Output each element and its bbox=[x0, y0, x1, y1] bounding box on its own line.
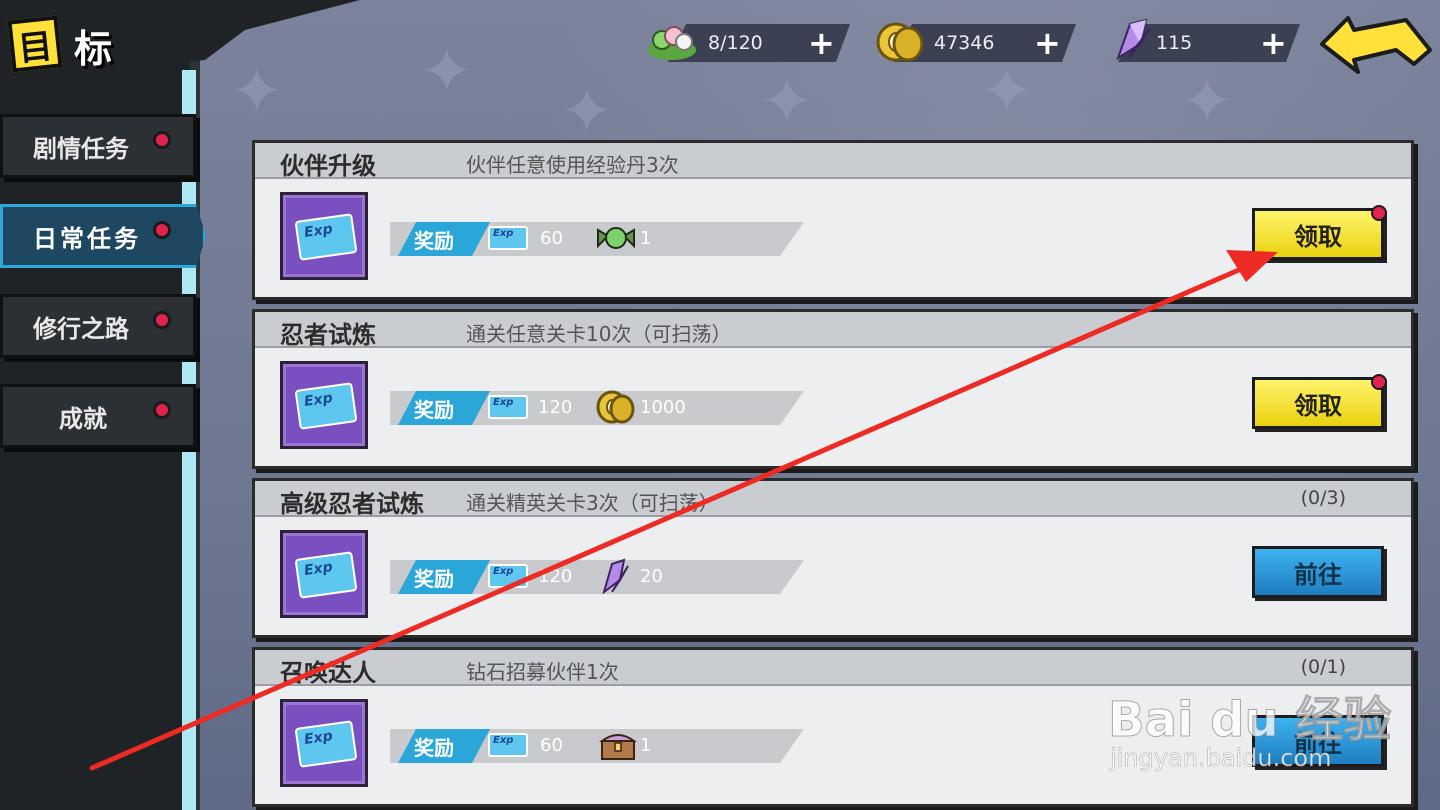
add-diamonds-button[interactable]: + bbox=[1260, 24, 1287, 62]
tab-story-quests[interactable]: 剧情任务 bbox=[0, 114, 196, 178]
exp-card-item: Exp bbox=[280, 361, 368, 449]
exp-card-icon: Exp bbox=[294, 213, 358, 261]
notification-dot-icon bbox=[153, 131, 171, 149]
exp-card-item: Exp bbox=[280, 699, 368, 787]
diamond-icon bbox=[602, 558, 629, 594]
task-card: 召唤达人 钻石招募伙伴1次 (0/1) Exp 奖励 Exp 60 1 前往 bbox=[252, 647, 1414, 807]
stamina-dango-icon bbox=[648, 26, 696, 60]
item-reward-value: 20 bbox=[640, 566, 663, 587]
task-card: 忍者试炼 通关任意关卡10次（可扫荡） Exp 奖励 Exp 120 1000 … bbox=[252, 309, 1414, 469]
task-description: 通关精英关卡3次（可扫荡） bbox=[466, 491, 719, 515]
button-label: 前往 bbox=[1294, 729, 1342, 758]
shuriken-pattern-icon: ✦ bbox=[980, 55, 1034, 129]
notification-dot-icon bbox=[1371, 205, 1387, 221]
task-title: 伙伴升级 bbox=[280, 152, 376, 180]
tab-daily-quests[interactable]: 日常任务 bbox=[0, 204, 206, 268]
green-candy-icon bbox=[597, 227, 635, 249]
exp-card-item: Exp bbox=[280, 192, 368, 280]
task-description: 通关任意关卡10次（可扫荡） bbox=[466, 322, 732, 346]
exp-reward-value: 120 bbox=[538, 397, 573, 418]
notification-dot-icon bbox=[153, 401, 171, 419]
task-description: 伙伴任意使用经验丹3次 bbox=[466, 153, 679, 177]
exp-reward-value: 120 bbox=[538, 566, 573, 587]
shuriken-pattern-icon: ✦ bbox=[420, 35, 474, 109]
task-progress: (0/3) bbox=[1300, 487, 1346, 509]
back-arrow-button[interactable] bbox=[1318, 10, 1434, 74]
shuriken-pattern-icon: ✦ bbox=[230, 55, 284, 129]
item-reward-value: 1 bbox=[640, 228, 652, 249]
claim-button[interactable]: 领取 bbox=[1252, 205, 1387, 260]
claim-button[interactable]: 领取 bbox=[1252, 374, 1387, 429]
button-label: 领取 bbox=[1294, 222, 1342, 251]
add-coins-button[interactable]: + bbox=[1034, 24, 1061, 62]
exp-small-icon: Exp bbox=[488, 395, 528, 419]
treasure-chest-icon bbox=[598, 734, 638, 760]
diamond-icon bbox=[1116, 18, 1151, 61]
exp-small-icon: Exp bbox=[488, 564, 528, 588]
exp-card-item: Exp bbox=[280, 530, 368, 618]
task-title: 召唤达人 bbox=[280, 659, 376, 687]
card-header bbox=[255, 312, 1411, 348]
task-description: 钻石招募伙伴1次 bbox=[466, 660, 619, 684]
task-card: 伙伴升级 伙伴任意使用经验丹3次 Exp 奖励 Exp 60 1 领取 bbox=[252, 140, 1414, 300]
button-label: 领取 bbox=[1294, 391, 1342, 420]
diamond-value: 115 bbox=[1156, 32, 1193, 54]
exp-reward-value: 60 bbox=[540, 228, 563, 249]
card-header bbox=[255, 481, 1411, 517]
item-reward-value: 1 bbox=[640, 735, 652, 756]
exp-small-icon: Exp bbox=[488, 226, 528, 250]
tab-label: 剧情任务 bbox=[33, 134, 129, 163]
shuriken-pattern-icon: ✦ bbox=[1180, 65, 1234, 139]
coin-value: 47346 bbox=[934, 32, 995, 54]
notification-dot-icon bbox=[1371, 374, 1387, 390]
tab-label: 日常任务 bbox=[33, 224, 141, 253]
task-card: 高级忍者试炼 通关精英关卡3次（可扫荡） (0/3) Exp 奖励 Exp 12… bbox=[252, 478, 1414, 638]
shuriken-pattern-icon: ✦ bbox=[560, 75, 614, 149]
card-header bbox=[255, 143, 1411, 179]
task-title: 高级忍者试炼 bbox=[280, 490, 424, 518]
notification-dot-icon bbox=[153, 221, 171, 239]
task-title: 忍者试炼 bbox=[280, 321, 376, 349]
exp-reward-value: 60 bbox=[540, 735, 563, 756]
item-reward-value: 1000 bbox=[640, 397, 686, 418]
task-progress: (0/1) bbox=[1300, 656, 1346, 678]
coin-icon bbox=[596, 390, 635, 424]
exp-card-icon: Exp bbox=[294, 551, 358, 599]
tab-label: 修行之路 bbox=[33, 314, 129, 343]
shuriken-pattern-icon: ✦ bbox=[760, 65, 814, 139]
button-label: 前往 bbox=[1294, 560, 1342, 589]
card-header bbox=[255, 650, 1411, 686]
notification-dot-icon bbox=[153, 311, 171, 329]
exp-card-icon: Exp bbox=[294, 720, 358, 768]
exp-card-icon: Exp bbox=[294, 382, 358, 430]
tab-achievements[interactable]: 成就 bbox=[0, 384, 196, 448]
page-title: 标 bbox=[74, 27, 113, 71]
stamina-value: 8/120 bbox=[708, 32, 763, 54]
go-button[interactable]: 前往 bbox=[1252, 715, 1384, 767]
coin-icon bbox=[876, 22, 924, 62]
exp-small-icon: Exp bbox=[488, 733, 528, 757]
tab-label: 成就 bbox=[59, 404, 107, 433]
go-button[interactable]: 前往 bbox=[1252, 546, 1384, 598]
tab-training-path[interactable]: 修行之路 bbox=[0, 294, 196, 358]
add-stamina-button[interactable]: + bbox=[808, 24, 835, 62]
goal-title-icon: 目 bbox=[7, 15, 63, 73]
